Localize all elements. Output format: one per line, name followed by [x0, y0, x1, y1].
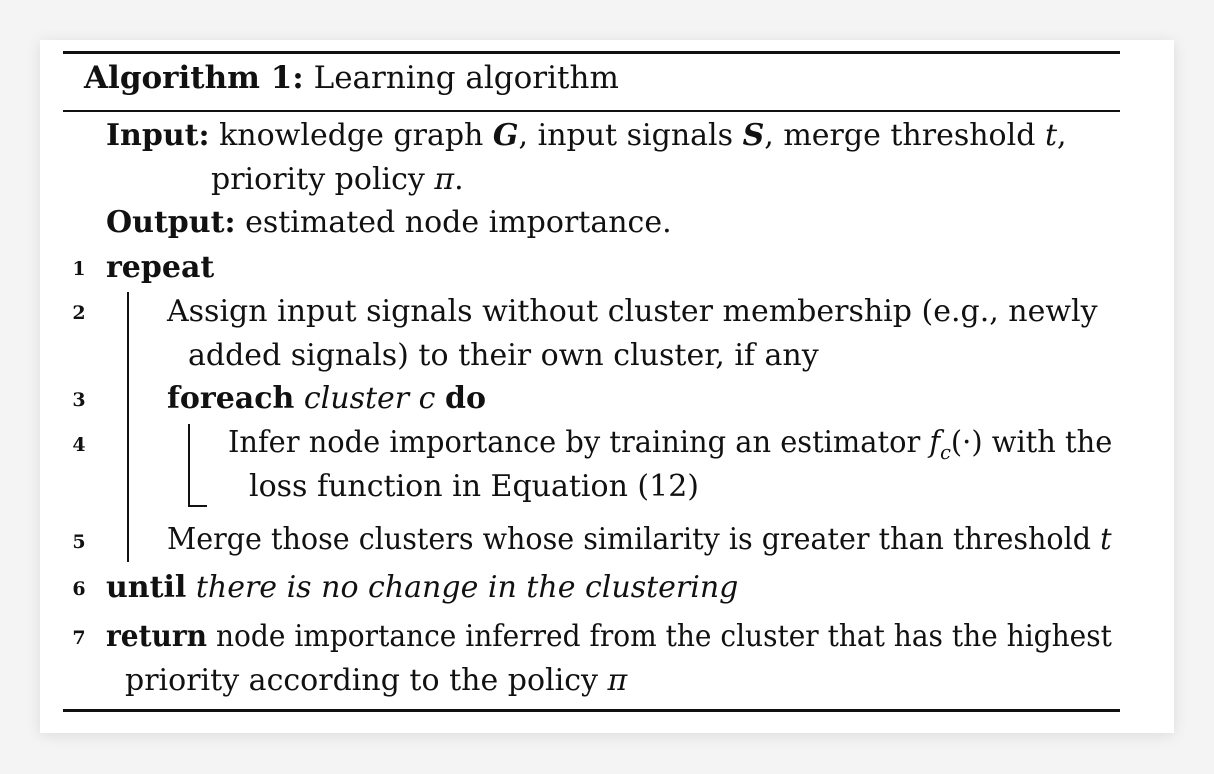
output-text: estimated node importance. [245, 205, 672, 240]
title-rule [63, 110, 1120, 112]
repeat-block-bar [127, 292, 129, 562]
line-5: Merge those clusters whose similarity is… [167, 522, 1112, 558]
line-5-text: Merge those clusters whose similarity is… [167, 522, 1101, 557]
input-text-d: , [1057, 118, 1067, 153]
input-var-s: S [742, 118, 765, 153]
line-5-var: t [1100, 522, 1112, 557]
line-number: 1 [72, 258, 86, 280]
do-keyword: do [445, 381, 487, 416]
estimator-args: (·) [950, 425, 983, 460]
line-number: 3 [72, 389, 86, 411]
line-number: 7 [72, 627, 86, 649]
input-text-a: knowledge graph [219, 118, 493, 153]
line-number: 6 [72, 578, 86, 600]
top-rule [63, 51, 1120, 54]
line-2-cont: added signals) to their own cluster, if … [188, 338, 819, 374]
until-condition: there is no change in the clustering [195, 570, 739, 605]
line-2-text: Assign input signals without cluster mem… [167, 294, 1098, 329]
line-number: 4 [72, 434, 86, 456]
line-7-var: π [607, 663, 628, 698]
input-text-b: , input signals [518, 118, 743, 153]
bottom-rule [63, 709, 1120, 712]
line-number: 5 [72, 531, 86, 553]
foreach-block-bar [188, 424, 190, 507]
input-line-cont: priority policy π. [211, 162, 464, 198]
input-text-c: , merge threshold [764, 118, 1045, 153]
algorithm-title-text: Learning algorithm [313, 60, 619, 96]
foreach-keyword: foreach [167, 381, 295, 416]
line-4-text-b: with the [982, 425, 1113, 460]
estimator-fn: f [929, 425, 941, 460]
input-keyword: Input: [106, 118, 210, 153]
line-number: 2 [72, 302, 86, 324]
repeat-keyword: repeat [106, 250, 215, 285]
input-var-t: t [1044, 118, 1058, 153]
line-4-cont-text: loss function in Equation (12) [249, 469, 700, 504]
input-line: Input: knowledge graph G, input signals … [106, 118, 1067, 154]
algorithm-title: Algorithm 1: Learning algorithm [84, 60, 619, 96]
line-7-text: node importance inferred from the cluste… [215, 619, 1112, 654]
line-2-cont-text: added signals) to their own cluster, if … [188, 338, 819, 373]
input-cont-end: . [454, 162, 464, 197]
return-keyword: return [106, 619, 208, 654]
line-3: foreach cluster c do [167, 381, 486, 417]
output-line: Output: estimated node importance. [106, 205, 672, 241]
line-4-cont: loss function in Equation (12) [249, 469, 699, 505]
until-keyword: until [106, 570, 187, 605]
output-keyword: Output: [106, 205, 236, 240]
line-6: until there is no change in the clusteri… [106, 570, 738, 606]
input-var-pi: π [434, 162, 455, 197]
input-var-g: G [492, 118, 519, 153]
line-4-text-a: Infer node importance by training an est… [228, 425, 930, 460]
line-1: repeat [106, 250, 214, 286]
foreach-block-end [188, 505, 207, 507]
line-2: Assign input signals without cluster mem… [167, 294, 1098, 330]
line-7: return node importance inferred from the… [106, 619, 1112, 655]
algorithm-title-label: Algorithm 1: [84, 60, 304, 96]
line-4: Infer node importance by training an est… [228, 425, 1112, 470]
line-7-cont: priority according to the policy π [125, 663, 627, 699]
foreach-var: cluster c [303, 381, 436, 416]
input-cont-text: priority policy [211, 162, 435, 197]
line-7-cont-text: priority according to the policy [125, 663, 608, 698]
algorithm-block: Algorithm 1: Learning algorithm Input: k… [0, 0, 1214, 774]
estimator-sub: c [940, 440, 951, 464]
